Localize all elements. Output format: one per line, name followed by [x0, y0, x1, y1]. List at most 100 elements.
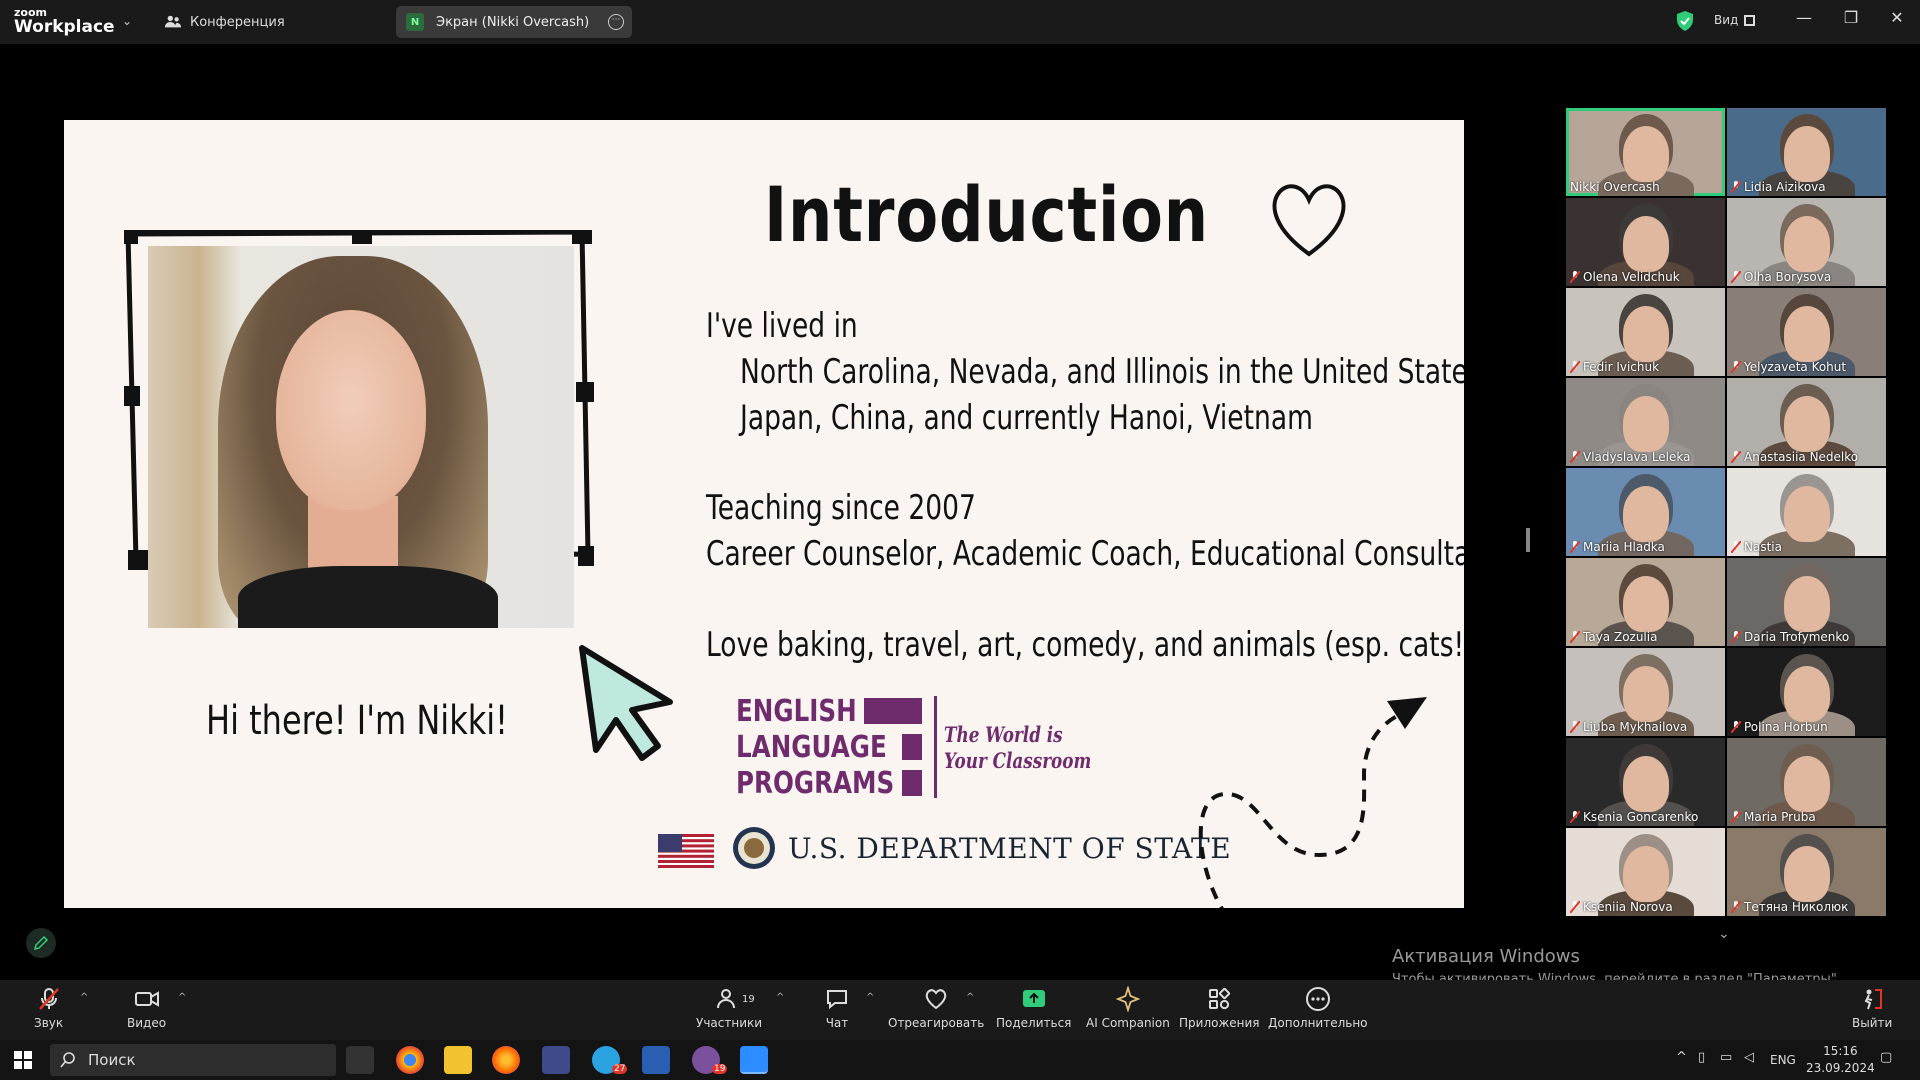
save-app-icon[interactable] [542, 1046, 570, 1074]
zoom-taskbar-icon[interactable] [740, 1046, 768, 1074]
video-button[interactable]: Видео [127, 986, 166, 1030]
participant-name-tag: Yelyzaveta Kohut [1731, 360, 1846, 374]
participant-tile[interactable]: Lidia Aizikova [1727, 108, 1886, 196]
volume-icon[interactable]: ◁ [1744, 1050, 1754, 1065]
participant-tile[interactable]: Olha Borysova [1727, 198, 1886, 286]
presenter-initial-badge: N [406, 13, 424, 31]
elp-line-programs: PROGRAMS [736, 766, 895, 801]
chrome-icon[interactable] [396, 1046, 424, 1074]
photo-shirt [238, 566, 498, 628]
chevron-down-icon[interactable]: ⌄ [122, 14, 132, 28]
gallery-scroll-down-icon[interactable]: ⌄ [1718, 926, 1730, 942]
participant-name: Polina Horbun [1744, 720, 1828, 734]
share-button[interactable]: Поделиться [996, 986, 1071, 1030]
participants-options-caret-icon[interactable]: ^ [776, 992, 784, 1003]
heart-icon [1272, 184, 1346, 257]
react-options-caret-icon[interactable]: ^ [966, 992, 974, 1003]
participant-tile[interactable]: Anastasiia Nedelko [1727, 378, 1886, 466]
word-icon[interactable] [642, 1046, 670, 1074]
participant-video-face [1622, 216, 1669, 272]
participant-name-tag: Fedir Ivichuk [1570, 360, 1659, 374]
clock-date: 23.09.2024 [1806, 1061, 1875, 1075]
close-icon[interactable]: ✕ [1882, 8, 1912, 27]
search-label: Поиск [88, 1051, 136, 1069]
screen-share-tab[interactable]: N Экран (Nikki Overcash) ··· [396, 6, 632, 38]
pencil-icon [33, 935, 49, 951]
ai-companion-button[interactable]: AI Companion [1086, 986, 1170, 1030]
participant-tile[interactable]: Kseniia Norova [1566, 828, 1725, 916]
mic-muted-icon [1731, 361, 1741, 373]
participant-tile[interactable]: Mariia Hladka [1566, 468, 1725, 556]
participant-tile[interactable]: Polina Horbun [1727, 648, 1886, 736]
taskbar-search[interactable]: Поиск [50, 1044, 336, 1076]
mic-muted-icon [1731, 811, 1741, 823]
participant-tile[interactable]: Taya Zozulia [1566, 558, 1725, 646]
participant-tile[interactable]: Vladyslava Leleka [1566, 378, 1725, 466]
more-button[interactable]: Дополнительно [1268, 986, 1368, 1030]
restore-icon[interactable]: ❐ [1836, 8, 1866, 27]
participant-name: Nikki Overcash [1570, 180, 1660, 194]
chat-options-caret-icon[interactable]: ^ [866, 992, 874, 1003]
audio-button[interactable]: Звук [34, 986, 63, 1030]
elp-block-3 [902, 770, 922, 796]
zoom-workplace-logo[interactable]: zoom Workplace [14, 7, 115, 36]
participant-video-face [1783, 846, 1830, 902]
participant-name: Taya Zozulia [1583, 630, 1658, 644]
teaching-line: Teaching since 2007 [706, 488, 976, 528]
windows-activation-title: Активация Windows [1392, 946, 1580, 967]
telegram-badge: 27 [612, 1064, 628, 1074]
tray-chevron-icon[interactable]: ^ [1676, 1050, 1687, 1065]
windows-taskbar: Поиск 27 19 ^ ▯ ▭ ◁ ENG 15:16 23.09.2024… [0, 1040, 1920, 1080]
audio-label: Звук [34, 1016, 64, 1030]
logo-workplace-text: Workplace [14, 17, 115, 37]
leave-button[interactable]: Выйти [1852, 986, 1892, 1030]
conference-menu[interactable]: Конференция [164, 13, 285, 31]
participant-tile[interactable]: Nikki Overcash [1566, 108, 1725, 196]
participant-tile[interactable]: Yelyzaveta Kohut [1727, 288, 1886, 376]
windows-start-icon[interactable] [14, 1051, 32, 1069]
panel-resize-handle[interactable] [1526, 528, 1530, 552]
audio-options-caret-icon[interactable]: ^ [80, 992, 88, 1003]
language-indicator[interactable]: ENG [1770, 1053, 1796, 1067]
more-dots-icon [1305, 987, 1330, 1011]
mic-muted-icon [1570, 361, 1580, 373]
file-explorer-icon[interactable] [444, 1046, 472, 1074]
lived-heading: I've lived in [706, 306, 858, 346]
mic-muted-icon [1570, 451, 1580, 463]
task-view-icon[interactable] [346, 1046, 374, 1074]
participant-tile[interactable]: Fedir Ivichuk [1566, 288, 1725, 376]
taskbar-clock[interactable]: 15:16 23.09.2024 [1806, 1043, 1875, 1077]
clock-time: 15:16 [1823, 1044, 1858, 1058]
notifications-icon[interactable]: ▢ [1880, 1050, 1892, 1065]
presenter-photo [148, 246, 574, 628]
video-options-caret-icon[interactable]: ^ [178, 992, 186, 1003]
elp-block-2 [902, 734, 922, 760]
participant-name: Maria Pruba [1744, 810, 1816, 824]
mic-muted-icon [38, 988, 59, 1010]
more-options-icon[interactable]: ··· [608, 14, 624, 30]
battery-icon[interactable]: ▯ [1698, 1050, 1705, 1065]
annotate-button[interactable] [26, 928, 56, 958]
participant-tile[interactable]: Maria Pruba [1727, 738, 1886, 826]
chat-button[interactable]: Чат [824, 986, 850, 1030]
search-icon [60, 1052, 75, 1068]
participant-tile[interactable]: Olena Velidchuk [1566, 198, 1725, 286]
participant-tile[interactable]: Liuba Mykhailova [1566, 648, 1725, 736]
view-button[interactable]: Вид [1714, 13, 1756, 27]
participant-tile[interactable]: Ksenia Goncarenko [1566, 738, 1725, 826]
participant-name: Тетяна Николюк [1744, 900, 1849, 914]
network-icon[interactable]: ▭ [1720, 1050, 1732, 1065]
viber-badge: 19 [712, 1064, 728, 1074]
participant-video-face [1622, 576, 1669, 632]
apps-button[interactable]: Приложения [1179, 986, 1260, 1030]
participant-tile[interactable]: Тетяна Николюк [1727, 828, 1886, 916]
participant-name: Lidia Aizikova [1744, 180, 1826, 194]
participants-button[interactable]: Участники [696, 986, 762, 1030]
mic-muted-icon [1731, 901, 1741, 913]
participant-tile[interactable]: Nastia [1727, 468, 1886, 556]
minimize-icon[interactable]: — [1789, 8, 1819, 27]
firefox-icon[interactable] [492, 1046, 520, 1074]
security-shield-icon[interactable] [1676, 11, 1694, 31]
participant-name-tag: Mariia Hladka [1570, 540, 1665, 554]
participant-tile[interactable]: Daria Trofymenko [1727, 558, 1886, 646]
